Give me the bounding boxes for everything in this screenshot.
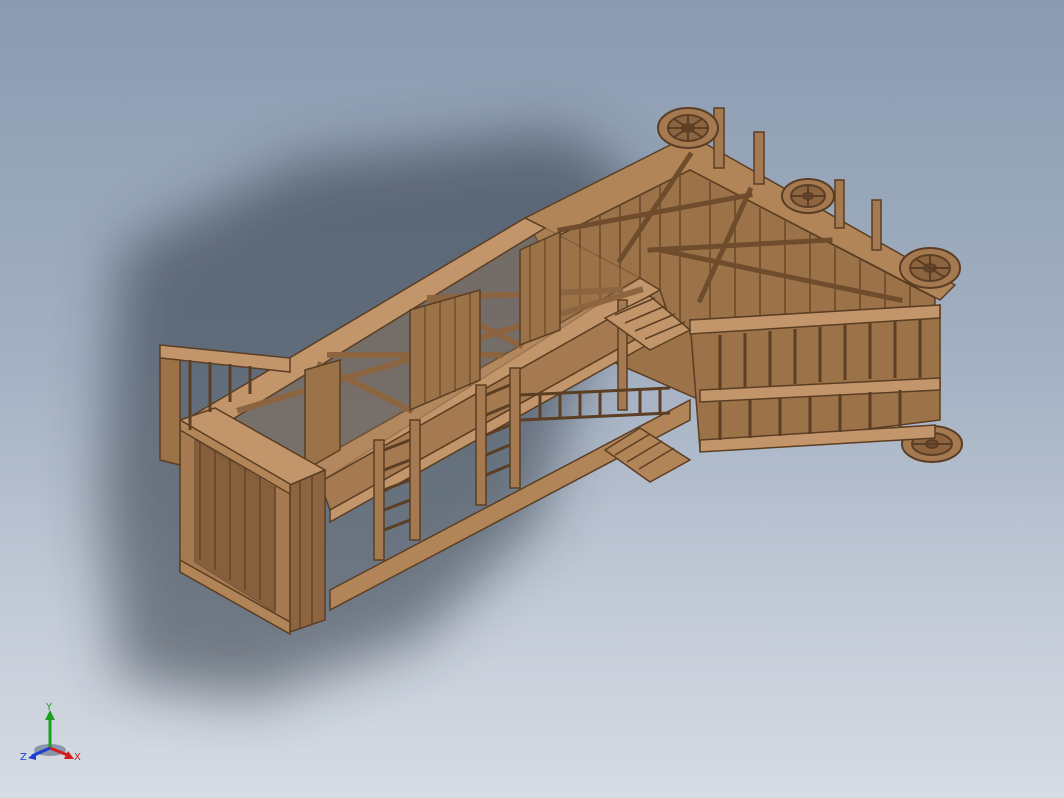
wheel [657, 107, 719, 149]
rear-side-wall [689, 304, 941, 453]
wheel [781, 178, 835, 214]
wheel [899, 247, 961, 289]
x-axis-label: X [74, 752, 81, 763]
graphics-viewport[interactable]: Y X Z [0, 0, 1064, 798]
view-orientation-triad[interactable]: Y X Z [18, 702, 88, 772]
model-render[interactable] [0, 0, 1064, 798]
y-axis-label: Y [45, 702, 53, 713]
z-axis-head-icon [28, 752, 36, 760]
z-axis-label: Z [20, 752, 27, 763]
